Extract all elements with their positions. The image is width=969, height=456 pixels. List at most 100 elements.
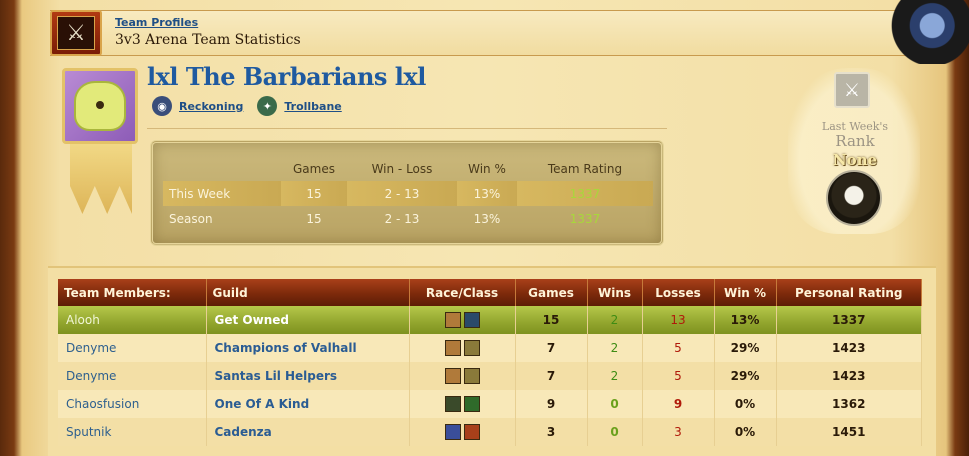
realm-icon: ✦ [257, 96, 278, 116]
stats-win-pct: 13% [457, 181, 517, 206]
stats-team-rating: 1337 [517, 181, 653, 206]
table-row[interactable]: Alooh Get Owned 15 2 13 13% 1337 [58, 306, 922, 334]
member-win-pct: 29% [714, 334, 777, 362]
col-personal-rating[interactable]: Personal Rating [776, 279, 922, 306]
member-race-class [409, 334, 516, 362]
member-losses: 3 [642, 418, 715, 446]
member-name[interactable]: Denyme [58, 362, 207, 390]
stats-win-loss: 2 - 13 [384, 211, 420, 226]
stats-games: 15 [281, 181, 347, 206]
table-row[interactable]: Sputnik Cadenza 3 0 3 0% 1451 [58, 418, 922, 446]
member-win-pct: 29% [714, 362, 777, 390]
stats-team-rating: 1337 [569, 211, 601, 226]
stats-row-label: This Week [163, 181, 281, 206]
col-wins[interactable]: Wins [587, 279, 643, 306]
member-losses: 5 [642, 362, 715, 390]
col-games[interactable]: Games [515, 279, 588, 306]
breadcrumb-team-profiles[interactable]: Team Profiles [115, 16, 198, 29]
realm-link[interactable]: Trollbane [284, 100, 341, 113]
member-race-class [409, 362, 516, 390]
member-win-pct: 13% [714, 306, 777, 334]
stats-games: 15 [306, 211, 322, 226]
col-win-pct[interactable]: Win % [714, 279, 777, 306]
stats-header-team-rating: Team Rating [547, 162, 623, 176]
member-race-class [409, 418, 516, 446]
member-games: 3 [515, 418, 588, 446]
arena-icon-frame: ⚔ [50, 10, 102, 56]
member-losses: 13 [642, 306, 715, 334]
stats-row-this-week: This Week 15 2 - 13 13% 1337 [163, 181, 653, 206]
rank-label-word: Rank [835, 132, 875, 150]
human-male-icon [444, 312, 461, 328]
corner-ornament-icon [877, 0, 969, 64]
team-name: lxl The Barbarians lxl [147, 62, 426, 91]
stats-header-win-pct: Win % [468, 162, 506, 176]
battlegroup-link[interactable]: Reckoning [179, 100, 243, 113]
rank-insignia-icon [826, 170, 882, 226]
member-rating: 1451 [776, 418, 922, 446]
member-win-pct: 0% [714, 390, 777, 418]
member-guild[interactable]: Cadenza [206, 418, 410, 446]
member-wins: 0 [587, 390, 643, 418]
member-games: 9 [515, 390, 588, 418]
member-name[interactable]: Chaosfusion [58, 390, 207, 418]
member-wins: 2 [587, 334, 643, 362]
team-stats-table: Games Win - Loss Win % Team Rating This … [163, 157, 653, 231]
crossed-swords-icon: ⚔ [57, 16, 95, 50]
member-rating: 1362 [776, 390, 922, 418]
member-wins: 0 [587, 418, 643, 446]
team-emblem-icon [74, 81, 126, 131]
team-members-table: Team Members: Guild Race/Class Games Win… [58, 279, 922, 446]
crossed-swords-icon: ⚔ [834, 72, 870, 108]
stats-header-win-loss: Win - Loss [371, 162, 433, 176]
human-male-icon [444, 368, 461, 384]
stats-header-games: Games [293, 162, 335, 176]
member-name[interactable]: Denyme [58, 334, 207, 362]
member-losses: 5 [642, 334, 715, 362]
member-guild[interactable]: Santas Lil Helpers [206, 362, 410, 390]
member-wins: 2 [587, 362, 643, 390]
member-wins: 2 [587, 306, 643, 334]
table-row[interactable]: Denyme Champions of Valhall 7 2 5 29% 14… [58, 334, 922, 362]
stats-row-label: Season [169, 211, 213, 226]
member-guild[interactable]: Get Owned [206, 306, 410, 334]
warrior-icon [463, 312, 480, 328]
member-race-class [409, 390, 516, 418]
table-row[interactable]: Chaosfusion One Of A Kind 9 0 9 0% 1362 [58, 390, 922, 418]
draenei-icon [444, 424, 461, 440]
col-team-members[interactable]: Team Members: [58, 279, 207, 306]
human-male-icon [444, 340, 461, 356]
col-losses[interactable]: Losses [642, 279, 715, 306]
stats-win-pct: 13% [473, 211, 501, 226]
table-row[interactable]: Denyme Santas Lil Helpers 7 2 5 29% 1423 [58, 362, 922, 390]
member-name[interactable]: Alooh [58, 306, 207, 334]
paladin-icon [463, 368, 480, 384]
member-rating: 1423 [776, 334, 922, 362]
member-guild[interactable]: One Of A Kind [206, 390, 410, 418]
member-rating: 1337 [776, 306, 922, 334]
member-race-class [409, 306, 516, 334]
member-games: 15 [515, 306, 588, 334]
member-losses: 9 [642, 390, 715, 418]
stats-row-season: Season 15 2 - 13 13% 1337 [163, 206, 653, 231]
page-title: 3v3 Arena Team Statistics [115, 32, 301, 48]
paladin-icon [463, 340, 480, 356]
member-win-pct: 0% [714, 418, 777, 446]
member-name[interactable]: Sputnik [58, 418, 207, 446]
col-race-class[interactable]: Race/Class [409, 279, 516, 306]
undead-icon [444, 396, 461, 412]
rank-value: None [832, 151, 878, 169]
member-guild[interactable]: Champions of Valhall [206, 334, 410, 362]
hunter-icon [463, 396, 480, 412]
battlegroup-icon: ◉ [152, 96, 172, 116]
team-realm-row: ◉ Reckoning ✦ Trollbane [152, 96, 356, 116]
member-rating: 1423 [776, 362, 922, 390]
stats-header-blank [163, 157, 281, 181]
col-guild[interactable]: Guild [206, 279, 410, 306]
divider [147, 128, 667, 129]
member-games: 7 [515, 362, 588, 390]
stats-win-loss: 2 - 13 [347, 181, 457, 206]
team-stats-box: Games Win - Loss Win % Team Rating This … [150, 140, 664, 246]
member-games: 7 [515, 334, 588, 362]
team-emblem [62, 68, 138, 144]
